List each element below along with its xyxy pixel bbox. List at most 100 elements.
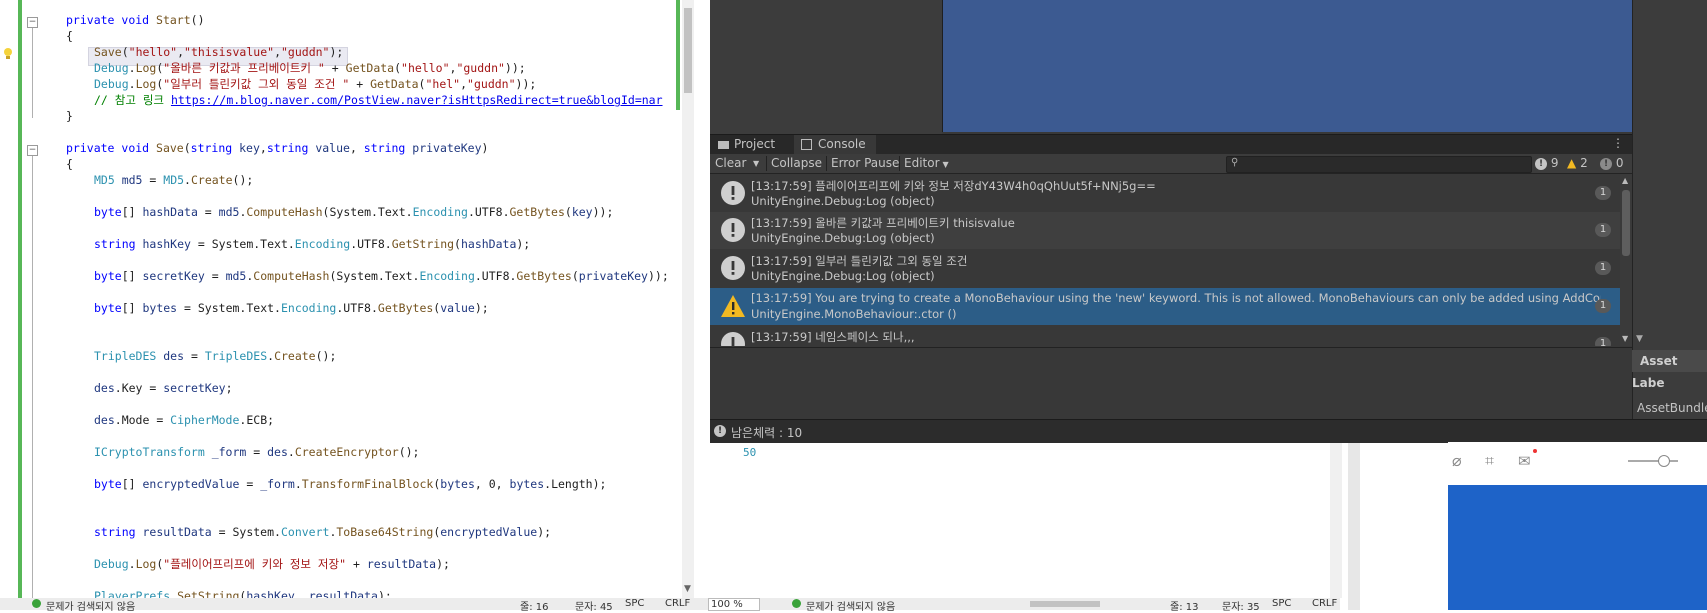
paperclip-icon[interactable]: ⌀ <box>1452 451 1462 470</box>
code-token: ToBase64String <box>336 525 434 539</box>
code-token: "플레이어프리프에 키와 정보 저장" <box>163 557 347 571</box>
crop-icon[interactable]: ⌗ <box>1485 451 1494 471</box>
code-token: [] <box>121 477 143 491</box>
info-icon <box>720 180 746 206</box>
code-token: des <box>267 445 288 459</box>
unity-status-bar: ! 남은체력 : 10 <box>710 419 1707 443</box>
code-line[interactable]: byte[] encryptedValue = _form.TransformF… <box>94 476 606 492</box>
code-token: des <box>163 349 185 363</box>
log-count-badge: 1 <box>1595 337 1611 346</box>
info-icon <box>720 217 746 243</box>
code-token: = System. <box>211 525 281 539</box>
code-token: CipherMode <box>170 413 240 427</box>
cursor-line[interactable]: 줄: 13 <box>1170 598 1198 613</box>
issues-text[interactable]: 문제가 검색되지 않음 <box>46 598 135 613</box>
code-token: . <box>294 477 302 491</box>
log-message: [13:17:59] 플레이어프리프에 키와 정보 저장dY43W4h0qQhU… <box>751 179 1156 193</box>
whitespace-mode[interactable]: SPC <box>625 598 644 609</box>
status-message[interactable]: 남은체력 : 10 <box>731 424 802 441</box>
warning-icon <box>720 293 746 319</box>
code-token: (); <box>315 349 337 363</box>
code-token: Debug <box>94 557 129 571</box>
vertical-scrollbar[interactable] <box>1330 440 1342 598</box>
line-ending[interactable]: CRLF <box>665 598 690 609</box>
log-count-badge: 1 <box>1595 186 1611 200</box>
code-line[interactable]: Debug.Log("플레이어프리프에 키와 정보 저장" + resultDa… <box>94 556 450 572</box>
code-token: TripleDES <box>94 349 164 363</box>
code-token: byte <box>94 477 122 491</box>
code-line[interactable]: string resultData = System.Convert.ToBas… <box>94 524 551 540</box>
code-token: bytes <box>509 477 545 491</box>
code-token: .Length); <box>544 477 607 491</box>
code-token: string <box>94 525 143 539</box>
issues-text[interactable]: 문제가 검색되지 않음 <box>806 598 895 613</box>
asset-labels-header: Asset Labe <box>1632 350 1707 390</box>
code-token: TransformFinalBlock <box>301 477 434 491</box>
code-token: . <box>128 557 136 571</box>
log-stacktrace: UnityEngine.Debug:Log (object) <box>751 194 935 208</box>
code-token: , 0, <box>474 477 510 491</box>
scroll-down-arrow-icon[interactable]: ▼ <box>1622 334 1628 343</box>
code-token: encryptedValue <box>440 525 538 539</box>
cursor-char[interactable]: 문자: 45 <box>575 598 613 613</box>
code-token: CreateEncryptor <box>294 445 399 459</box>
notification-dot <box>1533 449 1537 453</box>
zoom-level[interactable]: 100 % <box>708 598 760 611</box>
log-message: [13:17:59] You are trying to create a Mo… <box>751 291 1601 305</box>
info-icon <box>720 331 746 346</box>
code-token: = <box>246 445 268 459</box>
code-token: (); <box>398 445 420 459</box>
code-token: ); <box>436 557 450 571</box>
log-rows[interactable]: [13:17:59] 플레이어프리프에 키와 정보 저장dY43W4h0qQhU… <box>0 0 1707 346</box>
code-token: .Key = <box>114 381 164 395</box>
code-line[interactable]: des.Key = secretKey; <box>94 380 233 396</box>
cursor-char[interactable]: 문자: 35 <box>1222 598 1260 613</box>
code-token: + <box>346 557 367 571</box>
code-token: = <box>239 477 261 491</box>
code-token: _form <box>260 477 295 491</box>
code-token: .Mode = <box>114 413 171 427</box>
whitespace-mode[interactable]: SPC <box>1272 598 1291 609</box>
code-line[interactable]: TripleDES des = TripleDES.Create(); <box>94 348 336 364</box>
zoom-slider[interactable] <box>1628 460 1678 462</box>
code-token: resultData <box>142 525 212 539</box>
code-line[interactable]: ICryptoTransform _form = des.CreateEncry… <box>94 444 419 460</box>
log-scrollbar-thumb[interactable] <box>1622 190 1630 256</box>
right-editor-status-bar: 100 % 문제가 검색되지 않음 줄: 13 문자: 35 SPC CRLF <box>700 598 1340 613</box>
line-number: 50 <box>743 446 757 459</box>
status-ok-icon <box>32 599 41 608</box>
info-icon <box>720 255 746 281</box>
log-stacktrace: UnityEngine.Debug:Log (object) <box>751 269 935 283</box>
code-token: ; <box>225 381 233 395</box>
code-line[interactable]: des.Mode = CipherMode.ECB; <box>94 412 274 428</box>
code-token: encryptedValue <box>142 477 240 491</box>
code-token: resultData <box>366 557 437 571</box>
asset-bundle-label: AssetBundle <box>1637 401 1707 415</box>
log-stacktrace: UnityEngine.MonoBehaviour:.ctor () <box>751 307 957 321</box>
cursor-line[interactable]: 줄: 16 <box>520 598 548 613</box>
code-token: des <box>94 381 115 395</box>
scroll-down-arrow-icon[interactable]: ▼ <box>684 584 691 594</box>
code-token: Convert <box>280 525 330 539</box>
code-token: Log <box>135 557 157 571</box>
code-token: secretKey <box>163 381 226 395</box>
left-editor-status-bar: 문제가 검색되지 않음 줄: 16 문자: 45 SPC CRLF <box>0 598 700 613</box>
message-banner <box>1448 485 1707 610</box>
log-message: [13:17:59] 올바른 키값과 프리베이트키 thisisvalue <box>751 216 1015 230</box>
code-token: .ECB; <box>239 413 275 427</box>
code-token: ICryptoTransform <box>94 445 212 459</box>
log-message: [13:17:59] 네임스페이스 되나,,, <box>751 330 915 344</box>
code-token: des <box>94 413 115 427</box>
log-message: [13:17:59] 일부러 틀린키값 그외 동일 조건 <box>751 254 968 268</box>
mail-icon[interactable]: ✉ <box>1518 452 1531 470</box>
zoom-slider-knob[interactable] <box>1658 455 1670 467</box>
line-ending[interactable]: CRLF <box>1312 598 1337 609</box>
info-icon: ! <box>714 425 726 437</box>
log-stacktrace: UnityEngine.Debug:Log (object) <box>751 231 935 245</box>
status-ok-icon <box>792 599 801 608</box>
code-token: . <box>287 445 295 459</box>
scroll-up-arrow-icon[interactable]: ▲ <box>1622 176 1628 185</box>
code-token: bytes <box>440 477 475 491</box>
horizontal-scroll-thumb[interactable] <box>1030 601 1100 607</box>
log-detail-area[interactable] <box>710 347 1632 420</box>
